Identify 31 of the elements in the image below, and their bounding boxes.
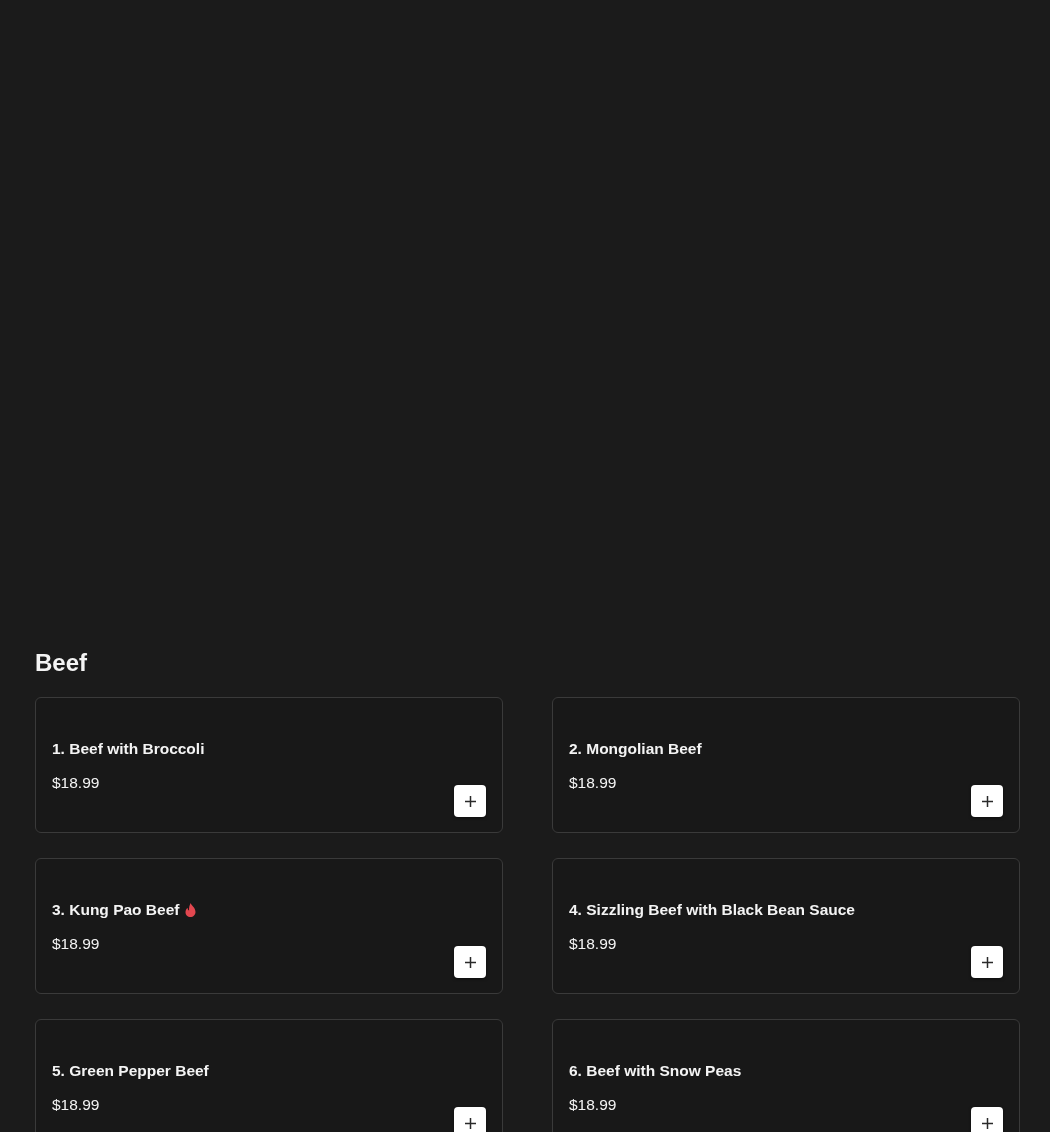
add-button[interactable] (454, 1107, 486, 1132)
item-name: 2. Mongolian Beef (569, 739, 702, 759)
item-price: $18.99 (569, 773, 617, 793)
menu-item-card[interactable]: 5. Green Pepper Beef $18.99 (35, 1019, 503, 1132)
item-price: $18.99 (52, 934, 100, 954)
item-name: 6. Beef with Snow Peas (569, 1061, 742, 1081)
item-name: 5. Green Pepper Beef (52, 1061, 209, 1081)
plus-icon (464, 956, 476, 968)
item-price: $18.99 (52, 773, 100, 793)
menu-item-card[interactable]: 6. Beef with Snow Peas $18.99 (552, 1019, 1020, 1132)
section-title: Beef (35, 648, 88, 678)
plus-icon (981, 956, 993, 968)
menu-item-card[interactable]: 3. Kung Pao Beef $18.99 (35, 858, 503, 994)
item-name: 4. Sizzling Beef with Black Bean Sauce (569, 900, 855, 920)
plus-icon (981, 1117, 993, 1129)
menu-item-card[interactable]: 1. Beef with Broccoli $18.99 (35, 697, 503, 833)
add-button[interactable] (971, 1107, 1003, 1132)
menu-item-card[interactable]: 4. Sizzling Beef with Black Bean Sauce $18.99 (552, 858, 1020, 994)
item-price: $18.99 (569, 934, 617, 954)
item-price: $18.99 (569, 1095, 617, 1115)
add-button[interactable] (454, 946, 486, 978)
add-button[interactable] (971, 785, 1003, 817)
menu-item-card[interactable]: 2. Mongolian Beef $18.99 (552, 697, 1020, 833)
item-price: $18.99 (52, 1095, 100, 1115)
plus-icon (464, 1117, 476, 1129)
add-button[interactable] (971, 946, 1003, 978)
plus-icon (981, 795, 993, 807)
item-name: 1. Beef with Broccoli (52, 739, 205, 759)
add-button[interactable] (454, 785, 486, 817)
item-name: 3. Kung Pao Beef (52, 900, 180, 920)
plus-icon (464, 795, 476, 807)
